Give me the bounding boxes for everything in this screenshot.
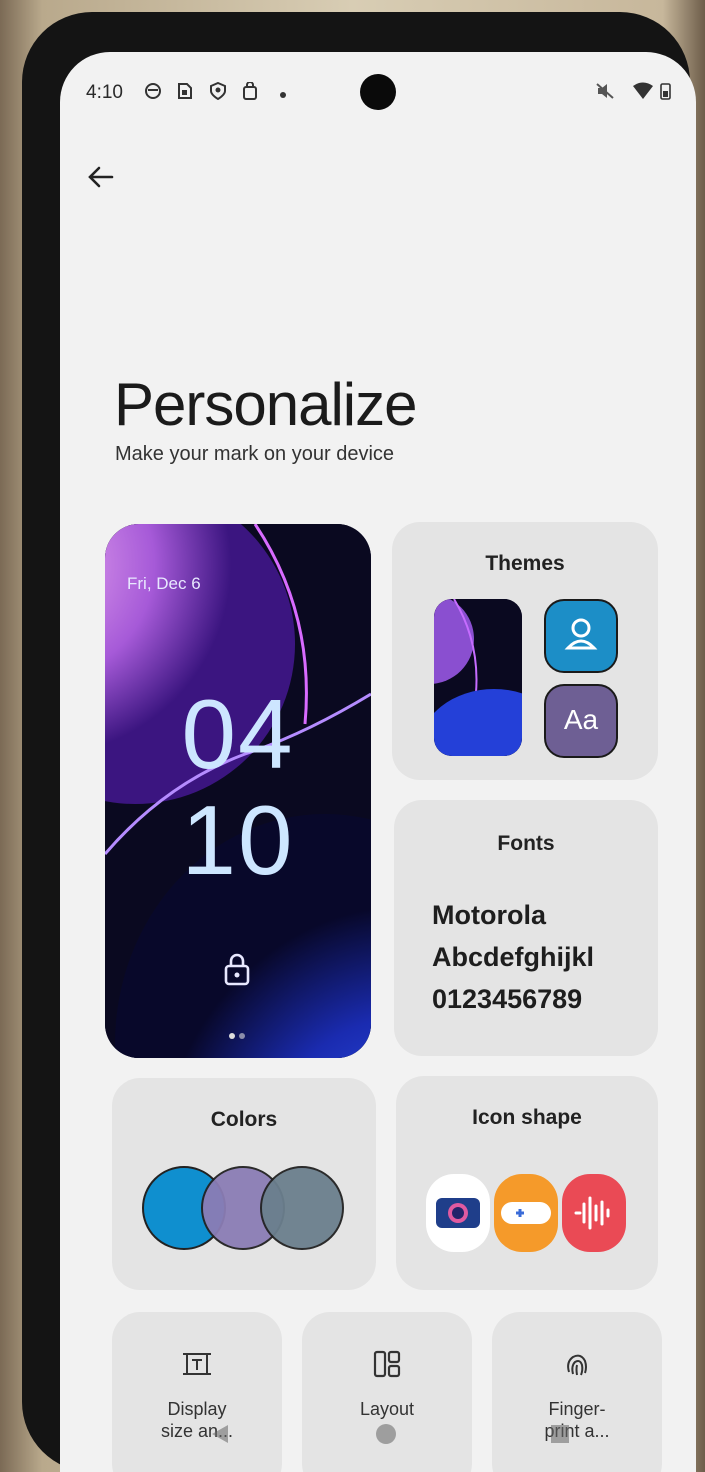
more-notifications-dot-icon (279, 86, 287, 104)
color-swatch-gray (260, 1166, 344, 1250)
page-dot (239, 1033, 245, 1039)
lock-clock-hour: 04 (181, 679, 295, 789)
sim-notification-icon (177, 82, 193, 105)
theme-wallpaper-thumbnail (434, 599, 522, 756)
status-bar: 4:10 (60, 52, 696, 136)
front-camera (360, 74, 396, 110)
wifi-icon (632, 82, 654, 105)
themes-card[interactable]: Themes (392, 522, 658, 780)
lock-screen-preview[interactable]: Fri, Dec 6 04 10 (105, 524, 371, 1058)
colors-card[interactable]: Colors (112, 1078, 376, 1290)
app-notification-icon (144, 82, 162, 105)
layout-icon (302, 1348, 472, 1385)
font-sample: Motorola Abcdefghijkl 0123456789 (432, 894, 594, 1020)
status-time: 4:10 (86, 82, 123, 103)
screen: 4:10 Personalize Make your mark on your … (60, 52, 696, 1472)
phone-frame: 4:10 Personalize Make your mark on your … (22, 12, 696, 1472)
font-sample-line: 0123456789 (432, 984, 583, 1014)
nav-home-icon[interactable] (374, 1422, 398, 1451)
tile-label: Layout (359, 1399, 415, 1419)
icon-shape-card[interactable]: Icon shape (396, 1076, 658, 1290)
fingerprint-icon (492, 1348, 662, 1385)
recorder-app-icon (562, 1174, 626, 1252)
font-aa-icon: Aa (563, 704, 599, 735)
nav-recents-icon[interactable] (548, 1422, 572, 1451)
nav-back-icon[interactable] (208, 1422, 232, 1451)
font-sample-line: Motorola (432, 900, 546, 930)
themes-card-title: Themes (485, 552, 565, 575)
colors-card-title: Colors (210, 1108, 278, 1131)
display-size-icon (112, 1348, 282, 1385)
camera-app-icon (426, 1174, 490, 1252)
lock-icon (223, 952, 251, 991)
theme-icon-preview (544, 599, 618, 673)
back-arrow-icon[interactable] (86, 162, 116, 200)
font-sample-line: Abcdefghijkl (432, 942, 595, 972)
person-icon (564, 618, 598, 650)
fingerprint-tile[interactable]: Finger- print a... (492, 1312, 662, 1472)
icon-shape-card-title: Icon shape (472, 1106, 582, 1129)
tile-label: Display (167, 1399, 227, 1419)
display-size-tile[interactable]: Display size an... (112, 1312, 282, 1472)
page-subtitle: Make your mark on your device (115, 443, 395, 465)
bag-notification-icon (242, 81, 258, 105)
tile-label: print a... (544, 1421, 610, 1441)
theme-font-preview: Aa (544, 684, 618, 758)
games-app-icon (494, 1174, 558, 1252)
tile-label: size an... (160, 1421, 234, 1441)
fonts-card-title: Fonts (497, 832, 555, 855)
page-indicator (229, 1026, 249, 1044)
tile-label: Finger- (548, 1399, 606, 1419)
battery-icon (660, 82, 671, 105)
page-dot (229, 1033, 235, 1039)
lock-clock-minute: 10 (181, 785, 295, 895)
lock-date: Fri, Dec 6 (127, 574, 201, 593)
page-title: Personalize (114, 371, 418, 438)
shield-notification-icon (210, 81, 226, 105)
mute-icon (595, 82, 615, 105)
